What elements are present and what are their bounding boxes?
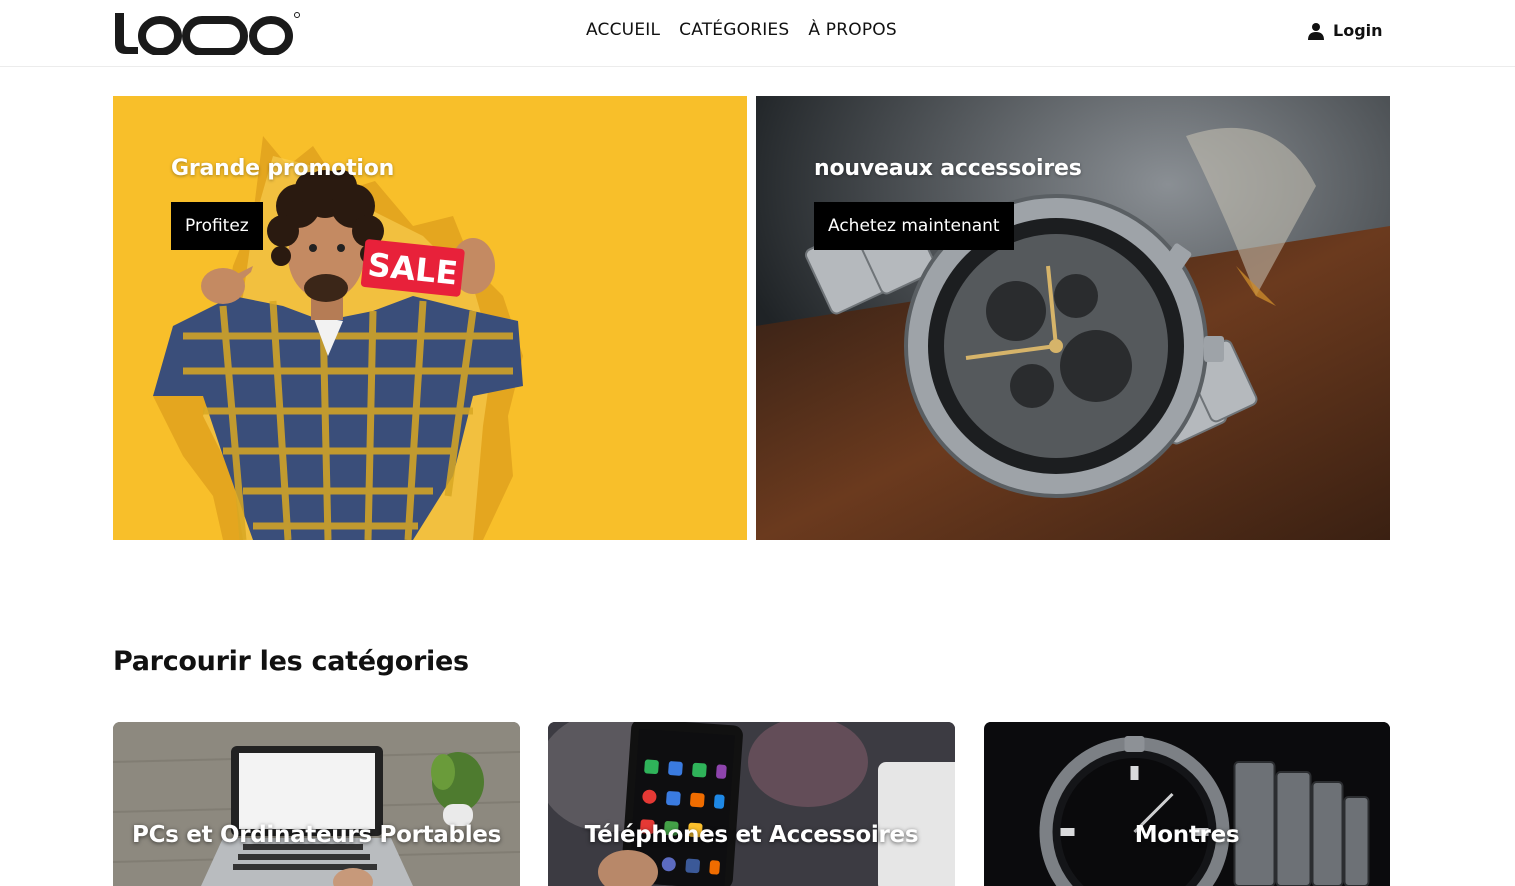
- accessories-title: nouveaux accessoires: [814, 156, 1082, 181]
- user-icon: [1308, 22, 1324, 40]
- rolex-image: [984, 722, 1390, 886]
- category-card-pcs[interactable]: PCs et Ordinateurs Portables: [113, 722, 520, 886]
- main-nav: ACCUEIL CATÉGORIES À PROPOS: [586, 20, 897, 40]
- category-card-phones[interactable]: Téléphones et Accessoires: [548, 722, 955, 886]
- accessories-banner[interactable]: nouveaux accessoires Achetez maintenant: [756, 96, 1390, 540]
- login-label: Login: [1333, 21, 1383, 40]
- category-label-phones: Téléphones et Accessoires: [584, 822, 919, 848]
- category-label-pcs: PCs et Ordinateurs Portables: [132, 822, 501, 848]
- login-button[interactable]: Login: [1307, 21, 1383, 40]
- site-logo[interactable]: [112, 9, 302, 55]
- nav-accueil[interactable]: ACCUEIL: [586, 20, 660, 40]
- promo-banner[interactable]: SALE Grande promotion Profitez: [113, 96, 747, 540]
- phone-image: [548, 722, 955, 886]
- categories-title: Parcourir les catégories: [113, 646, 469, 677]
- category-label-watches: Montres: [1134, 822, 1240, 848]
- promo-title: Grande promotion: [171, 156, 395, 181]
- profitez-button[interactable]: Profitez: [171, 202, 263, 250]
- laptop-image: [113, 722, 520, 886]
- nav-categories[interactable]: CATÉGORIES: [679, 20, 789, 40]
- category-card-watches[interactable]: Montres: [984, 722, 1390, 886]
- nav-a-propos[interactable]: À PROPOS: [808, 20, 897, 40]
- site-header: ACCUEIL CATÉGORIES À PROPOS Login: [0, 0, 1515, 67]
- achetez-button[interactable]: Achetez maintenant: [814, 202, 1014, 250]
